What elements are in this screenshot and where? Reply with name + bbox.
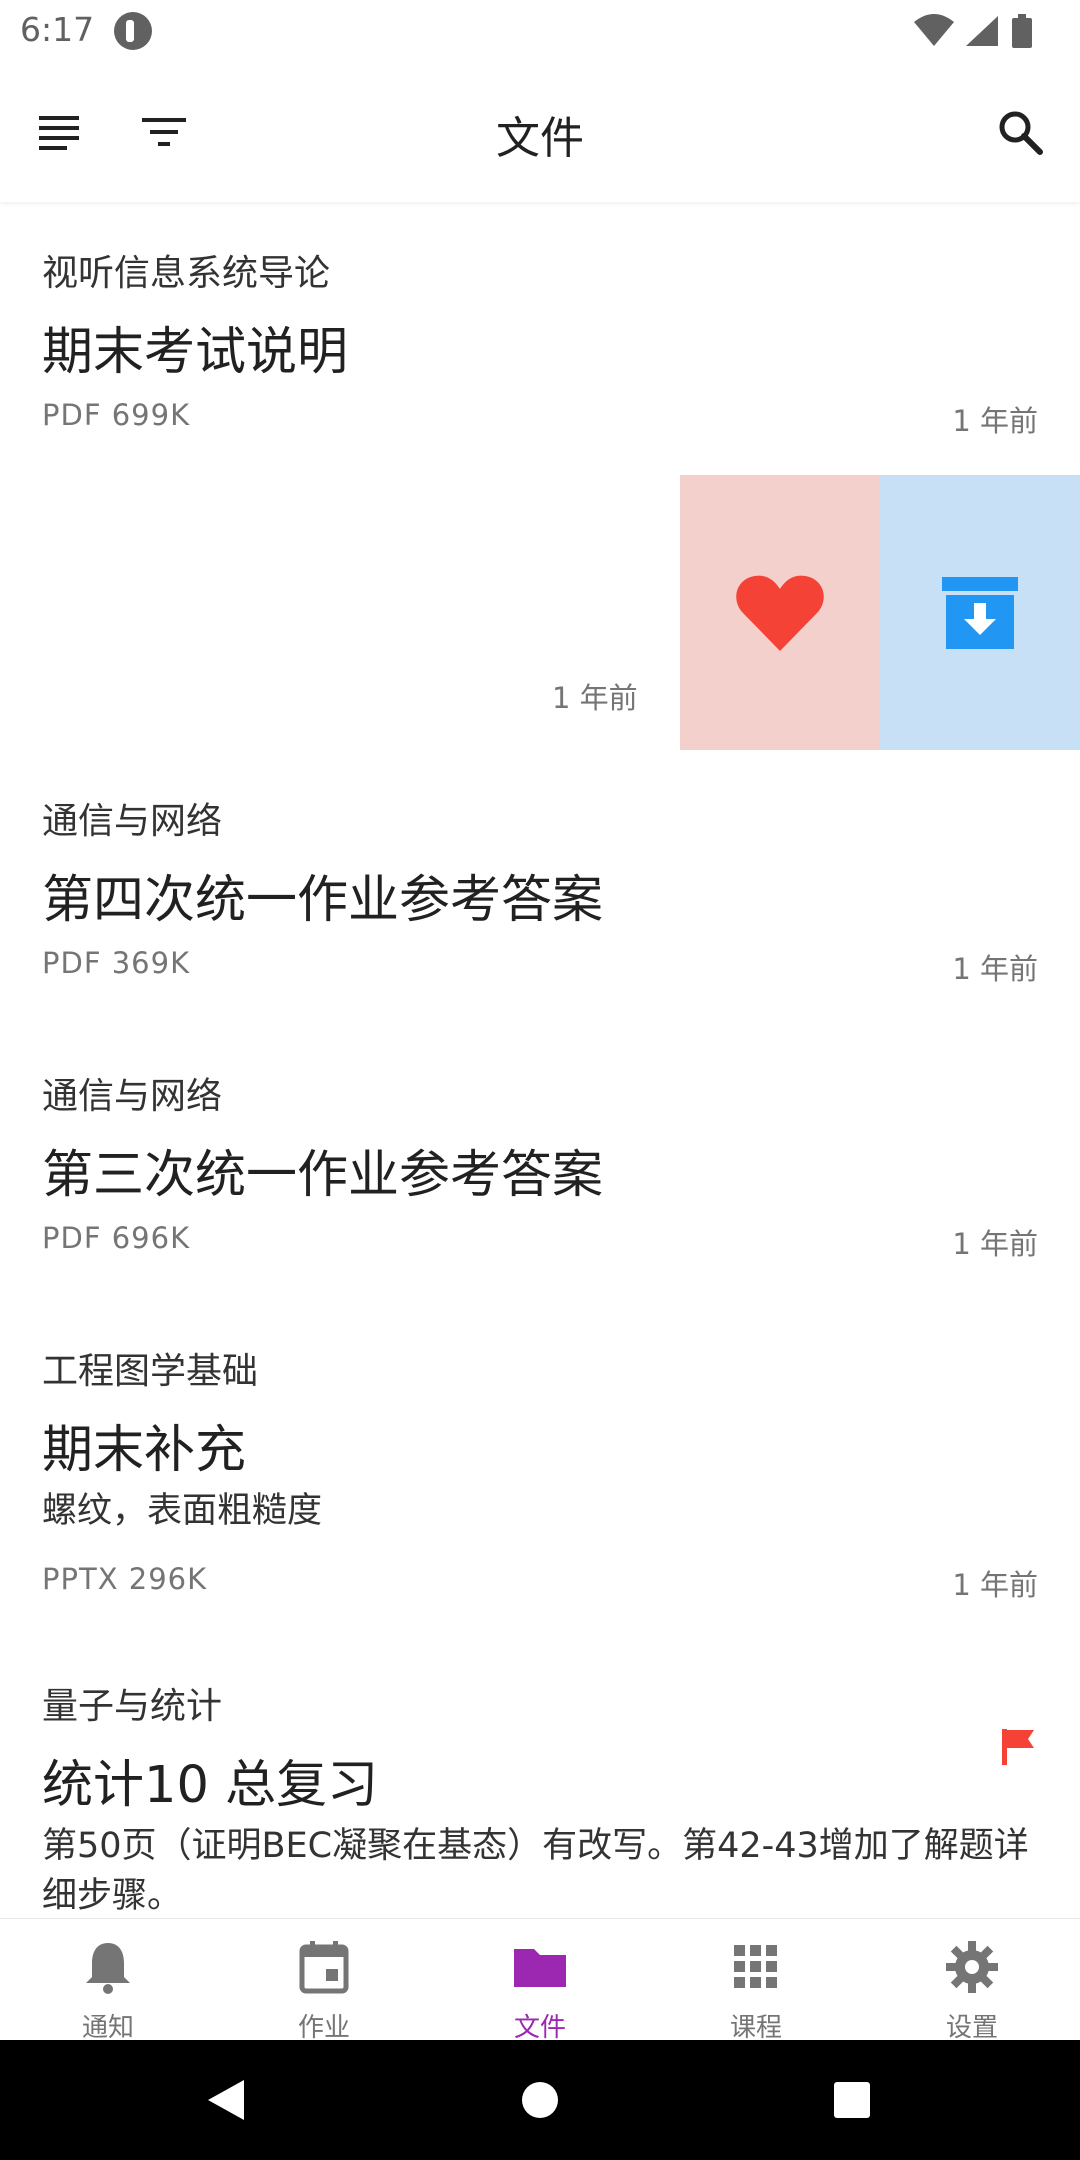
flag-icon: [1002, 1729, 1034, 1765]
file-meta: PDF 699K: [42, 398, 191, 432]
status-bar: 6:17: [0, 0, 1080, 62]
back-button[interactable]: [196, 2070, 256, 2130]
course-name: 通信与网络: [42, 1076, 223, 1117]
recents-square-icon: [834, 2082, 870, 2118]
grid-icon: [734, 1945, 777, 1988]
nav-item-notifications[interactable]: 通知: [0, 1919, 216, 2043]
bell-icon: [86, 1943, 130, 1994]
file-title: 第三次统一作业参考答案: [42, 1146, 604, 1205]
wifi-icon: [914, 14, 954, 46]
file-title: 期末考试说明: [42, 323, 349, 382]
file-time: 1 年前: [552, 681, 638, 715]
back-triangle-icon: [208, 2080, 244, 2120]
status-time: 6:17: [20, 10, 95, 49]
file-time: 1 年前: [952, 1227, 1038, 1261]
file-time: 1 年前: [952, 1568, 1038, 1602]
nav-item-settings[interactable]: 设置: [864, 1919, 1080, 2043]
file-item[interactable]: 量子与统计 统计10 总复习 第50页（证明BEC凝聚在基态）有改写。第42-4…: [0, 1635, 1080, 1918]
app-bar: 文件: [0, 62, 1080, 202]
file-item[interactable]: 视听信息系统导论 期末考试说明 PDF 699K 1 年前: [0, 202, 1080, 477]
heart-icon: [736, 575, 824, 651]
archive-icon: [942, 576, 1018, 649]
course-name: 工程图学基础: [42, 1351, 259, 1392]
nav-label: 作业: [297, 2013, 350, 2043]
file-meta: PDF 696K: [42, 1221, 191, 1255]
page-title: 文件: [496, 113, 584, 164]
file-meta: PDF 369K: [42, 946, 191, 980]
file-item-swiped[interactable]: 案 1 年前: [0, 475, 1080, 750]
archive-action-button[interactable]: [880, 475, 1080, 750]
system-navigation-bar: [0, 2040, 1080, 2160]
status-icons: [914, 14, 1032, 48]
folder-icon: [514, 1949, 566, 1987]
file-description: 第50页（证明BEC凝聚在基态）有改写。第42-43增加了解题详细步骤。: [42, 1826, 1029, 1916]
app-notification-icon: [114, 12, 152, 50]
signal-icon: [966, 16, 998, 46]
course-name: 量子与统计: [42, 1686, 223, 1727]
search-icon: [999, 111, 1043, 155]
nav-item-courses[interactable]: 课程: [648, 1919, 864, 2043]
nav-item-files[interactable]: 文件: [432, 1919, 648, 2043]
file-title: 第四次统一作业参考答案: [42, 871, 604, 930]
file-item[interactable]: 通信与网络 第三次统一作业参考答案 PDF 696K 1 年前: [0, 1025, 1080, 1300]
file-item[interactable]: 通信与网络 第四次统一作业参考答案 PDF 369K 1 年前: [0, 750, 1080, 1025]
gear-icon: [946, 1941, 998, 1993]
home-circle-icon: [522, 2082, 558, 2118]
bottom-navigation: 通知 作业 文件 课程 设置: [0, 1918, 1080, 2043]
file-title: 期末补充: [42, 1421, 247, 1480]
home-button[interactable]: [510, 2070, 570, 2130]
file-item[interactable]: 工程图学基础 期末补充 螺纹，表面粗糙度 PPTX 296K 1 年前: [0, 1300, 1080, 1635]
search-button[interactable]: [984, 96, 1056, 168]
course-name: 视听信息系统导论: [42, 253, 331, 294]
file-time: 1 年前: [952, 404, 1038, 438]
file-title: 统计10 总复习: [42, 1756, 379, 1815]
favorite-action-button[interactable]: [680, 475, 880, 750]
file-list: 视听信息系统导论 期末考试说明 PDF 699K 1 年前 案 1 年前 通信与…: [0, 202, 1080, 1918]
calendar-icon: [299, 1941, 349, 1994]
battery-icon: [1012, 14, 1032, 48]
nav-label: 通知: [81, 2013, 134, 2043]
nav-label: 课程: [729, 2013, 782, 2043]
nav-item-homework[interactable]: 作业: [216, 1919, 432, 2043]
file-meta: PPTX 296K: [42, 1562, 208, 1596]
file-description: 螺纹，表面粗糙度: [42, 1491, 323, 1531]
file-time: 1 年前: [952, 952, 1038, 986]
course-name: 通信与网络: [42, 801, 223, 842]
nav-label: 文件: [513, 2013, 566, 2043]
recents-button[interactable]: [822, 2070, 882, 2130]
nav-label: 设置: [945, 2013, 998, 2043]
